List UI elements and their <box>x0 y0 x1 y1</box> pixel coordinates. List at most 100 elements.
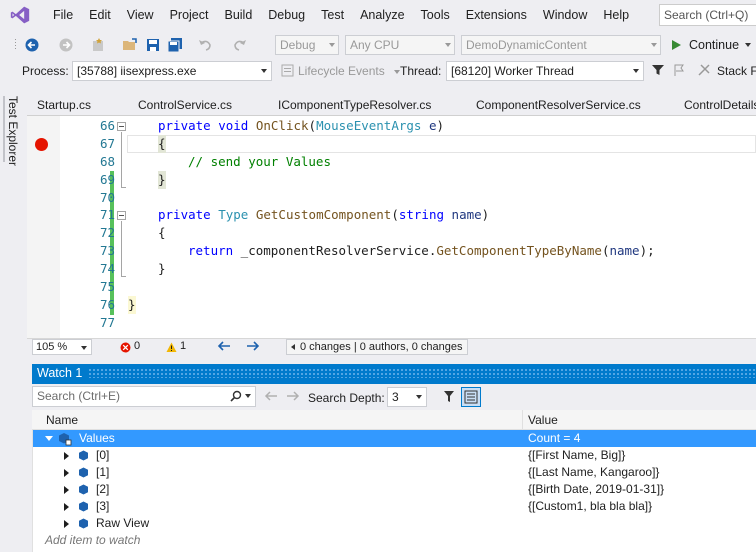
redo-icon[interactable] <box>232 37 248 53</box>
menu-edit[interactable]: Edit <box>81 0 119 30</box>
menu-extensions[interactable]: Extensions <box>458 0 535 30</box>
search-icon[interactable] <box>230 390 242 402</box>
menu-tools[interactable]: Tools <box>413 0 458 30</box>
flag-threads-icon[interactable] <box>673 63 687 77</box>
tab-startup-cs[interactable]: Startup.cs <box>37 98 91 112</box>
add-watch-row[interactable]: Add item to watch <box>32 532 756 549</box>
expand-arrow-icon[interactable] <box>64 468 69 477</box>
watch-row[interactable]: [1] {[Last Name, Kangaroo]} <box>32 464 756 481</box>
watch-search-input[interactable]: Search (Ctrl+E) <box>32 386 256 407</box>
process-label: Process: <box>22 64 69 78</box>
menu-debug[interactable]: Debug <box>260 0 313 30</box>
save-icon[interactable] <box>145 37 161 53</box>
expand-arrow-icon[interactable] <box>64 451 69 460</box>
menu-analyze[interactable]: Analyze <box>352 0 412 30</box>
chevron-down-icon[interactable] <box>245 394 251 398</box>
error-icon[interactable] <box>120 342 131 353</box>
watch-row-values[interactable]: Values Count = 4 <box>32 430 756 447</box>
view-as-hex-toggle[interactable] <box>461 387 481 407</box>
continue-button[interactable]: Continue <box>672 35 752 55</box>
open-file-icon[interactable] <box>122 37 138 53</box>
filter-threads-icon[interactable] <box>651 63 665 77</box>
expand-arrow-icon[interactable] <box>64 502 69 511</box>
watch-item-name: Raw View <box>96 516 150 530</box>
tab-control-details[interactable]: ControlDetails <box>684 98 756 112</box>
menu-project[interactable]: Project <box>162 0 217 30</box>
chevron-down-icon[interactable] <box>745 43 752 47</box>
thread-dropdown[interactable]: [68120] Worker Thread <box>446 61 644 81</box>
title-bar-grip <box>88 368 756 378</box>
code-line-73: 73 return _componentResolverService.GetC… <box>27 242 756 260</box>
code-line-69: 69 } <box>27 171 756 189</box>
column-header-value[interactable]: Value <box>528 413 558 427</box>
process-dropdown[interactable]: [35788] iisexpress.exe <box>72 61 272 81</box>
chevron-down-icon <box>81 346 87 350</box>
brace: } <box>158 261 166 276</box>
parameter: name <box>444 207 482 222</box>
tab-component-resolver-service-cs[interactable]: ComponentResolverService.cs <box>476 98 641 112</box>
lifecycle-events-dropdown[interactable]: Lifecycle Events <box>298 64 401 78</box>
startup-project-dropdown[interactable]: DemoDynamicContent <box>461 35 661 55</box>
chevron-down-icon <box>651 43 657 47</box>
codelens-text: 0 changes | 0 authors, 0 changes <box>300 341 463 353</box>
search-next-icon[interactable] <box>286 390 300 402</box>
test-explorer-tab[interactable]: Test Explorer <box>6 96 20 166</box>
warning-icon[interactable] <box>166 342 177 353</box>
object-icon <box>79 450 88 461</box>
watch-window-title: Watch 1 <box>37 366 83 380</box>
navigate-back-icon[interactable] <box>24 37 40 53</box>
code-line-67: 67 { <box>27 135 756 153</box>
save-all-icon[interactable] <box>167 37 183 53</box>
menu-file[interactable]: File <box>45 0 81 30</box>
next-issue-icon[interactable] <box>246 340 260 352</box>
previous-issue-icon[interactable] <box>217 340 231 352</box>
thread-label: Thread: <box>400 64 442 78</box>
column-header-name[interactable]: Name <box>46 413 78 427</box>
type-name: Type <box>218 207 249 222</box>
punctuation: ( <box>308 118 317 133</box>
watch-row[interactable]: [3] {[Custom1, bla bla bla]} <box>32 498 756 515</box>
zoom-dropdown[interactable]: 105 % <box>32 339 92 355</box>
keyword: private <box>158 118 211 133</box>
code-line-76: 76 } <box>27 296 756 314</box>
brace: { <box>158 225 166 240</box>
brace: { <box>158 135 166 153</box>
punctuation: ( <box>391 207 399 222</box>
chevron-down-icon <box>416 395 422 399</box>
new-project-icon[interactable] <box>90 37 106 53</box>
watch-row-raw-view[interactable]: Raw View <box>32 515 756 532</box>
menu-help[interactable]: Help <box>595 0 637 30</box>
undo-icon[interactable] <box>197 37 213 53</box>
quick-launch-search[interactable]: Search (Ctrl+Q) <box>659 4 756 26</box>
watch-item-name: [0] <box>96 448 110 462</box>
punctuation: ) <box>436 118 445 133</box>
expand-arrow-icon[interactable] <box>64 519 69 528</box>
continue-label: Continue <box>689 38 740 52</box>
zoom-value: 105 % <box>36 341 68 353</box>
menu-test[interactable]: Test <box>313 0 352 30</box>
watch-item-name: Values <box>79 431 115 445</box>
watch-row[interactable]: [2] {[Birth Date, 2019-01-31]} <box>32 481 756 498</box>
line-number: 74 <box>99 261 115 276</box>
solution-configuration-dropdown[interactable]: Debug <box>275 35 339 55</box>
line-number: 68 <box>99 154 115 169</box>
visual-studio-logo-icon[interactable] <box>8 5 32 25</box>
menu-build[interactable]: Build <box>216 0 260 30</box>
tab-icomponent-type-resolver-cs[interactable]: IComponentTypeResolver.cs <box>278 98 431 112</box>
navigate-forward-icon[interactable] <box>58 37 74 53</box>
pin-column-icon[interactable] <box>440 388 458 406</box>
menu-view[interactable]: View <box>119 0 162 30</box>
grid-left-border <box>32 430 33 552</box>
solution-platform-dropdown[interactable]: Any CPU <box>345 35 455 55</box>
tab-control-service-cs[interactable]: ControlService.cs <box>138 98 232 112</box>
watch-row[interactable]: [0] {[First Name, Big]} <box>32 447 756 464</box>
collapse-arrow-icon[interactable] <box>45 436 53 441</box>
debug-location-toolbar: Process: [35788] iisexpress.exe Lifecycl… <box>0 59 756 83</box>
search-depth-dropdown[interactable]: 3 <box>387 387 427 407</box>
menu-window[interactable]: Window <box>535 0 595 30</box>
search-previous-icon[interactable] <box>264 390 278 402</box>
object-lock-icon <box>59 433 72 446</box>
expand-arrow-icon[interactable] <box>64 485 69 494</box>
codelens-changes[interactable]: 0 changes | 0 authors, 0 changes <box>286 339 469 355</box>
object-icon <box>79 484 88 495</box>
